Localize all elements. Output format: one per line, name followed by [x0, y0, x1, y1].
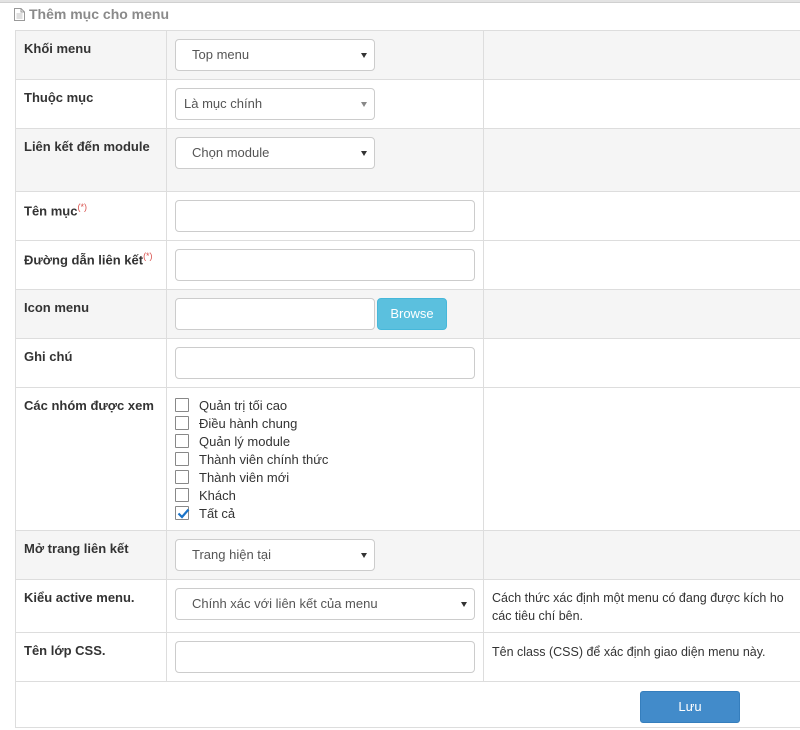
link-path-input[interactable]	[175, 249, 475, 281]
group-option-label: Quản lý module	[199, 433, 291, 449]
checkbox-checked[interactable]	[175, 506, 190, 520]
checkmark-icon	[177, 508, 190, 519]
save-button[interactable]: Lưu	[640, 691, 740, 723]
module-select[interactable]: Chọn module	[175, 137, 375, 169]
groups-checkbox-list: Quản trị tối cao Điều hành chung Quản lý m…	[175, 396, 475, 522]
parent-label: Thuộc mục	[15, 79, 167, 129]
item-name-input[interactable]	[175, 200, 475, 232]
group-option-label: Thành viên chính thức	[199, 451, 329, 467]
note-label: Ghi chú	[15, 338, 167, 388]
module-value: Chọn module	[192, 145, 270, 160]
chevron-down-icon	[361, 102, 367, 107]
group-option-label: Điều hành chung	[199, 415, 298, 431]
parent-select[interactable]: Là mục chính	[175, 88, 375, 120]
chevron-down-icon	[361, 553, 367, 558]
active-type-label: Kiểu active menu.	[15, 579, 167, 633]
group-option-label: Thành viên mới	[199, 469, 290, 485]
row-item-name: Tên mục(*)	[15, 191, 800, 241]
checkbox[interactable]	[175, 452, 189, 466]
open-link-value: Trang hiện tại	[192, 547, 272, 562]
active-type-help-line1: Cách thức xác định một menu có đang được…	[492, 591, 784, 605]
row-groups: Các nhóm được xem Quản trị tối cao Điều h…	[15, 387, 800, 531]
checkbox[interactable]	[175, 416, 189, 430]
module-link-label: Liên kết đến module	[15, 128, 167, 192]
row-open-link: Mở trang liên kết Trang hiện tại	[15, 530, 800, 580]
row-css-class: Tên lớp CSS. Tên class (CSS) để xác định…	[15, 632, 800, 682]
chevron-down-icon	[461, 602, 467, 607]
required-mark: (*)	[77, 202, 87, 212]
group-option[interactable]: Điều hành chung	[175, 414, 475, 432]
group-option[interactable]: Tất cả	[175, 504, 475, 522]
item-name-label: Tên mục	[24, 203, 78, 219]
browse-button[interactable]: Browse	[377, 298, 447, 330]
icon-menu-label: Icon menu	[15, 289, 167, 339]
active-type-help-line2: các tiêu chí bên.	[492, 609, 584, 623]
parent-value: Là mục chính	[184, 96, 263, 111]
active-type-value: Chính xác với liên kết của menu	[192, 596, 378, 611]
row-link-path: Đường dẫn liên kết(*)	[15, 240, 800, 290]
group-option[interactable]: Thành viên mới	[175, 468, 475, 486]
menu-item-form: Khối menu Top menu Thuộc mục Là mục chín…	[15, 30, 800, 728]
row-note: Ghi chú	[15, 338, 800, 388]
css-class-input[interactable]	[175, 641, 475, 673]
link-path-label: Đường dẫn liên kết	[24, 252, 144, 268]
chevron-down-icon	[361, 53, 367, 58]
open-link-select[interactable]: Trang hiện tại	[175, 539, 375, 571]
icon-menu-input[interactable]	[175, 298, 375, 330]
chevron-down-icon	[361, 151, 367, 156]
group-option-label: Khách	[199, 487, 236, 503]
groups-label: Các nhóm được xem	[15, 387, 167, 531]
required-mark: (*)	[143, 251, 153, 261]
top-border	[0, 0, 800, 3]
row-menu-block: Khối menu Top menu	[15, 30, 800, 80]
css-class-help: Tên class (CSS) để xác định giao diện me…	[483, 632, 800, 682]
active-type-help: Cách thức xác định một menu có đang được…	[483, 579, 800, 633]
row-module-link: Liên kết đến module Chọn module	[15, 128, 800, 192]
row-parent: Thuộc mục Là mục chính	[15, 79, 800, 129]
note-input[interactable]	[175, 347, 475, 379]
group-option[interactable]: Khách	[175, 486, 475, 504]
css-class-label: Tên lớp CSS.	[15, 632, 167, 682]
menu-block-select[interactable]: Top menu	[175, 39, 375, 71]
row-active-type: Kiểu active menu. Chính xác với liên kết…	[15, 579, 800, 633]
panel-title: Thêm mục cho menu	[14, 6, 169, 22]
group-option[interactable]: Quản lý module	[175, 432, 475, 450]
checkbox[interactable]	[175, 488, 189, 502]
group-option[interactable]: Quản trị tối cao	[175, 396, 475, 414]
menu-block-value: Top menu	[192, 47, 250, 62]
checkbox[interactable]	[175, 398, 189, 412]
group-option[interactable]: Thành viên chính thức	[175, 450, 475, 468]
document-icon	[14, 7, 25, 21]
row-icon-menu: Icon menu Browse	[15, 289, 800, 339]
menu-block-label: Khối menu	[15, 30, 167, 80]
active-type-select[interactable]: Chính xác với liên kết của menu	[175, 588, 475, 620]
group-option-label: Quản trị tối cao	[199, 397, 288, 413]
checkbox[interactable]	[175, 434, 189, 448]
panel-title-text: Thêm mục cho menu	[29, 6, 170, 22]
open-link-label: Mở trang liên kết	[15, 530, 167, 580]
checkbox[interactable]	[175, 470, 189, 484]
group-option-label: Tất cả	[199, 505, 236, 521]
